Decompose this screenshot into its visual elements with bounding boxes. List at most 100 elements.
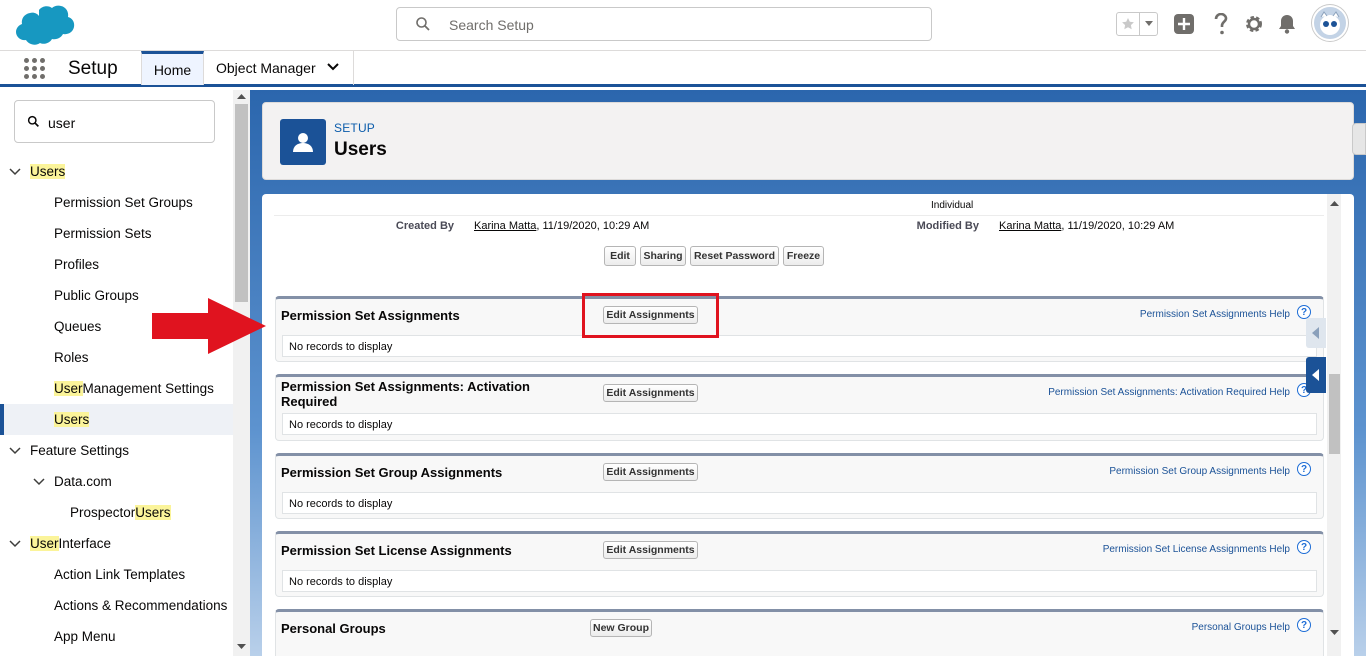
related-list-help-link[interactable]: Permission Set Assignments Help bbox=[1140, 309, 1290, 320]
chevron-down-icon[interactable] bbox=[9, 166, 21, 178]
sidebar-item-user-management-settings[interactable]: User Management Settings bbox=[0, 373, 233, 404]
quick-find-input[interactable]: user bbox=[14, 100, 215, 143]
app-name: Setup bbox=[68, 58, 118, 79]
main-content-area: SETUP Users Individual Created By Karina… bbox=[250, 90, 1366, 656]
setup-search-input[interactable]: Search Setup bbox=[396, 7, 932, 41]
favorite-star-icon[interactable] bbox=[1117, 13, 1139, 35]
help-question-icon[interactable]: ? bbox=[1297, 305, 1311, 319]
help-question-icon[interactable]: ? bbox=[1297, 618, 1311, 632]
scroll-up-icon[interactable] bbox=[237, 93, 246, 99]
expand-panel-tab[interactable] bbox=[1306, 357, 1326, 393]
tab-home[interactable]: Home bbox=[141, 51, 204, 85]
sidebar-item-profiles[interactable]: Profiles bbox=[0, 249, 233, 280]
scroll-down-icon[interactable] bbox=[1330, 630, 1339, 636]
no-records-message: No records to display bbox=[282, 570, 1317, 592]
search-highlight: User bbox=[30, 536, 59, 551]
related-list-help-link[interactable]: Personal Groups Help bbox=[1192, 622, 1290, 633]
related-list-title: Personal Groups bbox=[281, 621, 386, 636]
sidebar-item-app-menu[interactable]: App Menu bbox=[0, 621, 233, 652]
sidebar-item-datacom[interactable]: Data.com bbox=[0, 466, 233, 497]
sidebar-item-prospector-users[interactable]: Prospector Users bbox=[0, 497, 233, 528]
notifications-bell-icon[interactable] bbox=[1276, 13, 1298, 35]
related-list-title: Permission Set Assignments: Activation R… bbox=[281, 379, 530, 409]
search-icon bbox=[27, 115, 39, 127]
search-highlight: Users bbox=[54, 412, 90, 427]
sidebar-item-label: Queues bbox=[54, 319, 102, 334]
no-records-message: No records to display bbox=[282, 413, 1317, 435]
scroll-up-icon[interactable] bbox=[1330, 200, 1339, 206]
user-avatar[interactable] bbox=[1312, 5, 1348, 41]
reset-password-button[interactable]: Reset Password bbox=[690, 246, 779, 266]
sidebar-scrollbar[interactable] bbox=[233, 90, 250, 656]
detail-row-divider bbox=[274, 194, 1324, 216]
related-list-title: Permission Set Assignments bbox=[281, 308, 460, 323]
sidebar-item-label: Permission Set Groups bbox=[54, 195, 193, 210]
search-placeholder: Search Setup bbox=[449, 17, 534, 33]
modified-by-user-link[interactable]: Karina Matta bbox=[999, 220, 1061, 232]
no-records-message: No records to display bbox=[282, 335, 1317, 357]
setup-gear-icon[interactable] bbox=[1243, 13, 1265, 35]
edit-assignments-button[interactable]: Edit Assignments bbox=[603, 463, 698, 481]
side-panel-tab[interactable] bbox=[1352, 123, 1366, 155]
help-question-icon[interactable]: ? bbox=[1297, 540, 1311, 554]
sidebar-item-label: App Menu bbox=[54, 629, 116, 644]
related-list-help-link[interactable]: Permission Set Assignments: Activation R… bbox=[1048, 387, 1290, 398]
setup-sidebar: user Users Permission Set Groups Permiss… bbox=[0, 90, 250, 656]
content-scroll-thumb[interactable] bbox=[1329, 374, 1340, 454]
scroll-down-icon[interactable] bbox=[237, 644, 246, 650]
edit-button[interactable]: Edit bbox=[604, 246, 636, 266]
modified-by-label: Modified By bbox=[916, 220, 979, 232]
created-by-user-link[interactable]: Karina Matta bbox=[474, 220, 536, 232]
no-records-message: No records to display bbox=[282, 492, 1317, 514]
sidebar-item-label: Interface bbox=[58, 536, 112, 551]
edit-assignments-button[interactable]: Edit Assignments bbox=[603, 384, 698, 402]
sidebar-item-users-group[interactable]: Users bbox=[0, 156, 233, 187]
app-launcher-icon[interactable] bbox=[24, 58, 46, 80]
chevron-left-icon bbox=[1312, 369, 1319, 381]
sidebar-item-users[interactable]: Users bbox=[0, 404, 233, 435]
sidebar-item-permission-set-groups[interactable]: Permission Set Groups bbox=[0, 187, 233, 218]
sidebar-item-label: Management Settings bbox=[82, 381, 214, 396]
tab-object-manager[interactable]: Object Manager bbox=[204, 51, 354, 85]
sidebar-item-feature-settings[interactable]: Feature Settings bbox=[0, 435, 233, 466]
sidebar-item-user-interface[interactable]: User Interface bbox=[0, 528, 233, 559]
sidebar-item-action-link-templates[interactable]: Action Link Templates bbox=[0, 559, 233, 590]
sidebar-item-actions-recommendations[interactable]: Actions & Recommendations bbox=[0, 590, 233, 621]
page-eyebrow: SETUP bbox=[334, 121, 376, 135]
freeze-button[interactable]: Freeze bbox=[783, 246, 824, 266]
salesforce-logo[interactable] bbox=[14, 4, 76, 46]
sidebar-scroll-thumb[interactable] bbox=[235, 104, 248, 302]
user-detail-frame: Individual Created By Karina Matta, 11/1… bbox=[262, 194, 1354, 656]
favorites-group bbox=[1116, 12, 1158, 36]
sidebar-item-label: Feature Settings bbox=[30, 443, 130, 458]
chevron-down-icon[interactable] bbox=[9, 445, 21, 457]
new-group-button[interactable]: New Group bbox=[590, 619, 652, 637]
created-by-value: Karina Matta, 11/19/2020, 10:29 AM bbox=[474, 220, 649, 232]
favorites-dropdown-icon[interactable] bbox=[1139, 13, 1157, 35]
help-question-icon[interactable] bbox=[1210, 13, 1232, 35]
chevron-down-icon[interactable] bbox=[33, 476, 45, 488]
page-header: SETUP Users bbox=[262, 102, 1354, 180]
global-actions-plus-icon[interactable] bbox=[1173, 13, 1195, 35]
edit-assignments-button[interactable]: Edit Assignments bbox=[603, 541, 698, 559]
context-bar: Setup Home Object Manager bbox=[0, 50, 1366, 87]
sidebar-item-label: Data.com bbox=[54, 474, 112, 489]
content-scrollbar[interactable] bbox=[1327, 194, 1341, 656]
quick-find-value: user bbox=[48, 115, 76, 131]
sidebar-item-label: Actions & Recommendations bbox=[54, 598, 228, 613]
user-detail-section: Individual Created By Karina Matta, 11/1… bbox=[274, 194, 1324, 304]
help-question-icon[interactable]: ? bbox=[1297, 462, 1311, 476]
sharing-button[interactable]: Sharing bbox=[640, 246, 686, 266]
related-list-help-link[interactable]: Permission Set Group Assignments Help bbox=[1109, 466, 1290, 477]
chevron-down-icon[interactable] bbox=[9, 538, 21, 550]
created-by-date: , 11/19/2020, 10:29 AM bbox=[536, 220, 650, 232]
related-list-help-link[interactable]: Permission Set License Assignments Help bbox=[1103, 544, 1290, 555]
collapse-panel-tab[interactable] bbox=[1306, 318, 1326, 348]
related-list-activation-required: Permission Set Assignments: Activation R… bbox=[275, 374, 1324, 441]
related-list-permission-set-license-assignments: Permission Set License Assignments Edit … bbox=[275, 531, 1324, 597]
sidebar-item-permission-sets[interactable]: Permission Sets bbox=[0, 218, 233, 249]
chevron-down-icon[interactable] bbox=[327, 63, 339, 71]
global-header: Search Setup bbox=[0, 0, 1366, 50]
related-list-title: Permission Set License Assignments bbox=[281, 543, 512, 558]
search-highlight: Users bbox=[135, 505, 171, 520]
